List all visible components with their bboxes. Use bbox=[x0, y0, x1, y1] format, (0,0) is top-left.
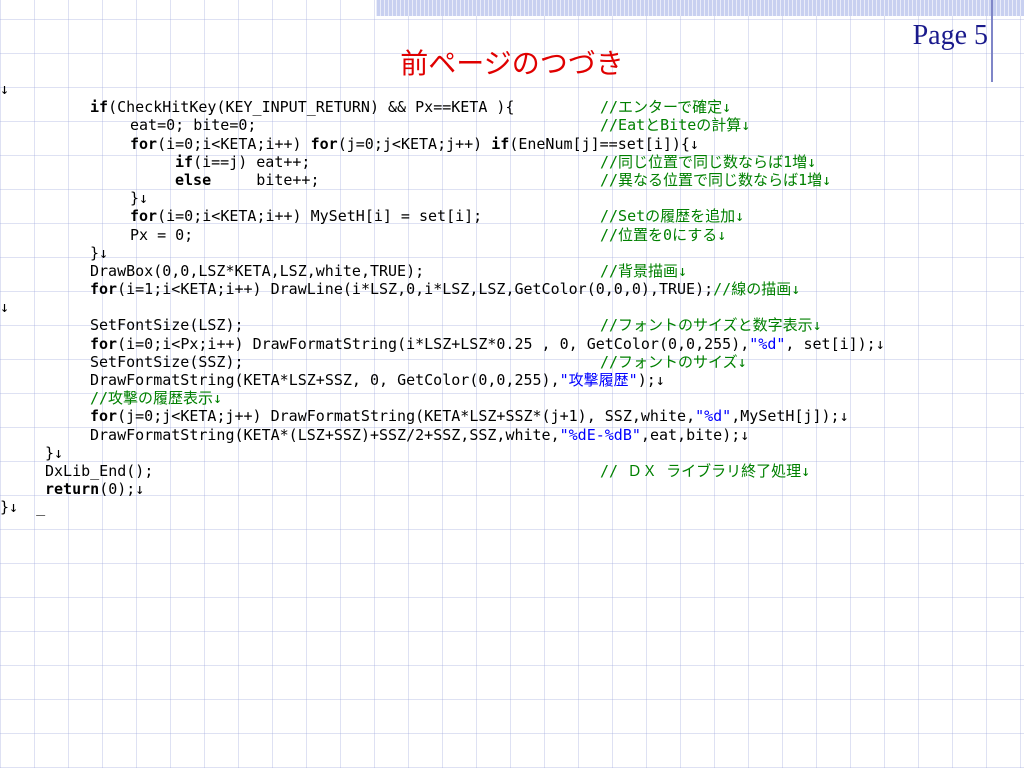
code-text: }↓ bbox=[90, 243, 109, 262]
code-line: }↓ bbox=[0, 444, 1024, 462]
code-comment: //エンターで確定↓ bbox=[600, 98, 732, 117]
code-line: Px = 0; //位置を0にする↓ bbox=[0, 226, 1024, 244]
code-text: for(i=0;i<KETA;i++) for(j=0;j<KETA;j++) … bbox=[130, 134, 699, 153]
code-text: for(i=0;i<Px;i++) DrawFormatString(i*LSZ… bbox=[90, 334, 885, 353]
code-line: for(i=0;i<KETA;i++) MySetH[i] = set[i]; /… bbox=[0, 207, 1024, 225]
code-text: //攻撃の履歴表示↓ bbox=[90, 389, 223, 408]
code-text: eat=0; bite=0; bbox=[130, 116, 257, 135]
code-text: DrawFormatString(KETA*LSZ+SSZ, 0, GetCol… bbox=[90, 371, 665, 389]
code-text: DrawFormatString(KETA*(LSZ+SSZ)+SSZ/2+SS… bbox=[90, 425, 750, 444]
code-line: for(i=1;i<KETA;i++) DrawLine(i*LSZ,0,i*L… bbox=[0, 280, 1024, 298]
code-line: }↓ bbox=[0, 189, 1024, 207]
code-text: for(j=0;j<KETA;j++) DrawFormatString(KET… bbox=[90, 407, 849, 426]
code-line: for(i=0;i<Px;i++) DrawFormatString(i*LSZ… bbox=[0, 335, 1024, 353]
code-comment: //フォントのサイズ↓ bbox=[600, 352, 747, 371]
code-comment: //EatとBiteの計算↓ bbox=[600, 116, 751, 135]
code-line: return(0);↓ bbox=[0, 480, 1024, 498]
code-line: else bite++; //異なる位置で同じ数ならば1増↓ bbox=[0, 171, 1024, 189]
code-comment: //フォントのサイズと数字表示↓ bbox=[600, 316, 822, 335]
code-text: DxLib_End(); bbox=[45, 461, 154, 480]
code-line: eat=0; bite=0; //EatとBiteの計算↓ bbox=[0, 116, 1024, 134]
code-line: if(i==j) eat++; //同じ位置で同じ数ならば1増↓ bbox=[0, 153, 1024, 171]
code-comment: // ＤＸ ライブラリ終了処理↓ bbox=[600, 461, 811, 480]
code-line: }↓ bbox=[0, 244, 1024, 262]
code-line: DrawFormatString(KETA*(LSZ+SSZ)+SSZ/2+SS… bbox=[0, 426, 1024, 444]
code-block: ↓ if(CheckHitKey(KEY_INPUT_RETURN) && Px=… bbox=[0, 80, 1024, 620]
header-band bbox=[376, 0, 1024, 16]
code-comment: //同じ位置で同じ数ならば1増↓ bbox=[600, 152, 817, 171]
code-line: SetFontSize(LSZ); //フォントのサイズと数字表示↓ bbox=[0, 316, 1024, 334]
code-text: }↓ bbox=[130, 189, 149, 208]
code-line: ↓ bbox=[0, 80, 1024, 98]
code-line: //攻撃の履歴表示↓ bbox=[0, 389, 1024, 407]
code-text: ↓ bbox=[0, 80, 10, 98]
code-line: DrawFormatString(KETA*LSZ+SSZ, 0, GetCol… bbox=[0, 371, 1024, 389]
code-text: return(0);↓ bbox=[45, 480, 145, 499]
code-line: DrawBox(0,0,LSZ*KETA,LSZ,white,TRUE); //背… bbox=[0, 262, 1024, 280]
code-text: else bite++; bbox=[175, 170, 320, 189]
code-line: SetFontSize(SSZ); //フォントのサイズ↓ bbox=[0, 353, 1024, 371]
code-text: }↓ bbox=[45, 443, 64, 462]
code-line: if(CheckHitKey(KEY_INPUT_RETURN) && Px==… bbox=[0, 98, 1024, 116]
code-text: if(CheckHitKey(KEY_INPUT_RETURN) && Px==… bbox=[90, 98, 515, 117]
code-text: }↓ _ bbox=[0, 498, 46, 517]
code-text: Px = 0; bbox=[130, 225, 194, 244]
code-line: DxLib_End(); // ＤＸ ライブラリ終了処理↓ bbox=[0, 462, 1024, 480]
code-text: for(i=1;i<KETA;i++) DrawLine(i*LSZ,0,i*L… bbox=[90, 280, 801, 299]
code-line: for(i=0;i<KETA;i++) for(j=0;j<KETA;j++) … bbox=[0, 135, 1024, 153]
slide-title: 前ページのつづき bbox=[400, 47, 624, 80]
code-text: if(i==j) eat++; bbox=[175, 152, 311, 171]
code-comment: //異なる位置で同じ数ならば1増↓ bbox=[600, 170, 832, 189]
code-text: for(i=0;i<KETA;i++) MySetH[i] = set[i]; bbox=[130, 207, 483, 226]
code-text: SetFontSize(SSZ); bbox=[90, 352, 244, 371]
code-text: ↓ bbox=[0, 298, 10, 317]
code-comment: //位置を0にする↓ bbox=[600, 225, 727, 244]
code-text: SetFontSize(LSZ); bbox=[90, 316, 244, 335]
code-text: DrawBox(0,0,LSZ*KETA,LSZ,white,TRUE); bbox=[90, 261, 425, 280]
code-line: }↓ _ bbox=[0, 498, 1024, 516]
code-line: ↓ bbox=[0, 298, 1024, 316]
code-comment: //背景描画↓ bbox=[600, 261, 688, 280]
code-comment: //Setの履歴を追加↓ bbox=[600, 207, 745, 226]
code-line: for(j=0;j<KETA;j++) DrawFormatString(KET… bbox=[0, 407, 1024, 425]
